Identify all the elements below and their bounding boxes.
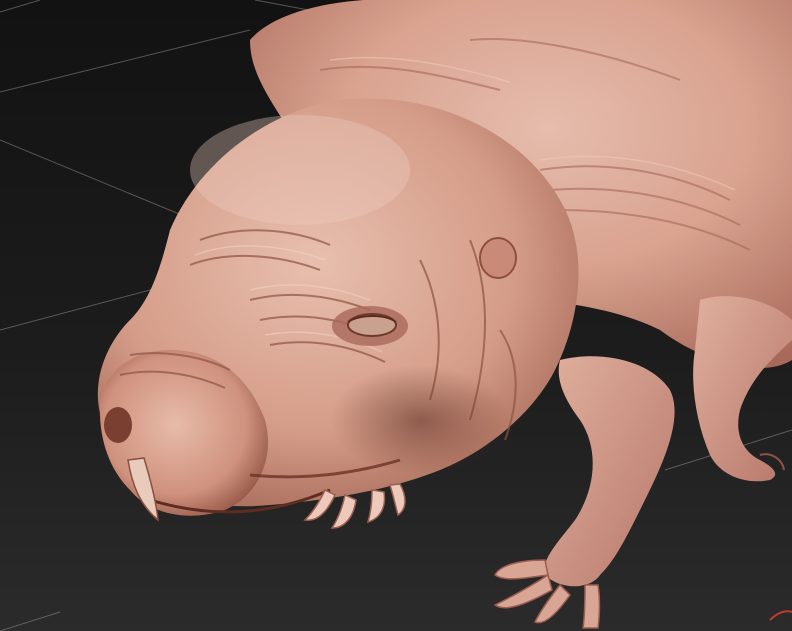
nostril: [104, 407, 132, 443]
viewport-canvas[interactable]: [0, 0, 792, 631]
sculpt-viewport[interactable]: [0, 0, 792, 631]
creature-ear: [479, 237, 517, 279]
